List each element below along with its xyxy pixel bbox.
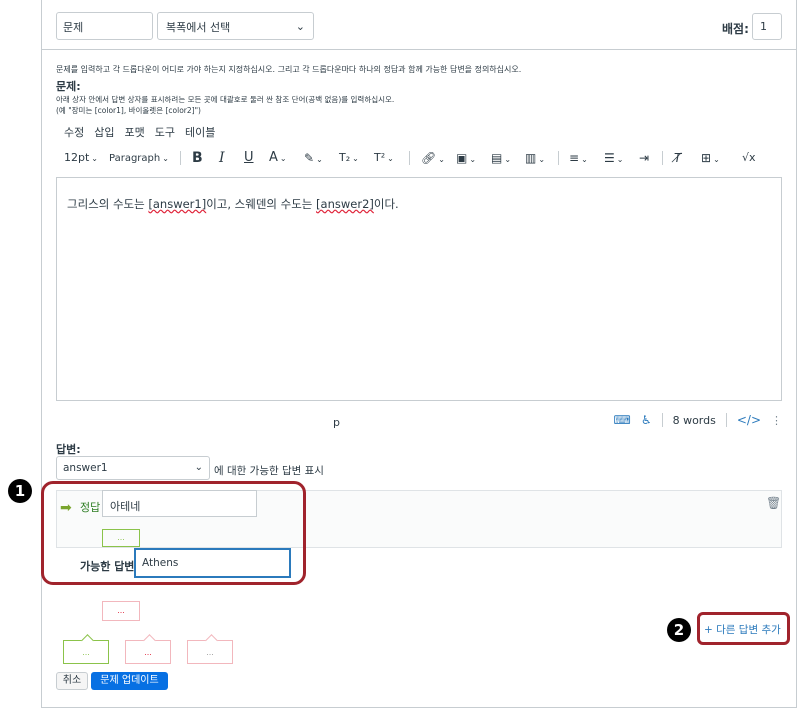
underline-icon[interactable]: U	[244, 149, 254, 167]
question-editor-frame: 문제 복폭에서 선택 ⌄ 배점: 1 문제를 입력하고 각 드롭다운이 어디로 …	[41, 0, 797, 708]
subscript-icon[interactable]: T₂ ⌄	[339, 149, 359, 167]
correct-answer-label: 정답	[80, 501, 101, 514]
document-icon[interactable]: ▥ ⌄	[525, 149, 545, 167]
editor-menubar: 수정 삽입 포맷 도구 테이블	[64, 124, 215, 140]
answer-comment-button[interactable]: ...	[102, 529, 140, 547]
question-hint: 아래 상자 안에서 답변 상자를 표시하려는 모든 곳에 대괄호로 둘러 싼 참…	[56, 95, 395, 104]
clear-format-icon[interactable]: T̸	[674, 149, 681, 167]
editor-statusbar: p ⌨ ♿︎ 8 words </> ⋮	[56, 410, 782, 432]
trash-icon[interactable]: 🗑︎	[766, 496, 781, 510]
list-icon[interactable]: ☰ ⌄	[604, 149, 623, 167]
answer-blank-select[interactable]: answer1 ⌄	[56, 456, 210, 480]
points-label: 배점:	[722, 22, 749, 36]
answer-select-description: 에 대한 가능한 답변 표시	[214, 465, 324, 477]
superscript-icon[interactable]: T² ⌄	[374, 149, 394, 167]
text-color-icon[interactable]: A ⌄	[269, 149, 287, 167]
table-icon[interactable]: ⊞ ⌄	[701, 149, 720, 167]
font-size-select[interactable]: 12pt ⌄	[64, 149, 98, 167]
instructions-text: 문제를 입력하고 각 드롭다운이 어디로 가야 하는지 지정하십시오. 그리고 …	[56, 65, 522, 74]
html-code-icon[interactable]: </>	[737, 413, 761, 427]
italic-icon[interactable]: I	[219, 149, 225, 167]
menu-table[interactable]: 테이블	[185, 124, 215, 140]
correct-answer-input[interactable]: 아테네	[102, 490, 257, 517]
question-label: 문제:	[56, 80, 81, 93]
keyboard-icon[interactable]: ⌨	[613, 413, 630, 427]
question-header: 문제 복폭에서 선택 ⌄ 배점: 1	[42, 0, 796, 50]
update-question-button[interactable]: 문제 업데이트	[91, 672, 168, 690]
question-type-value: 복폭에서 선택	[166, 21, 231, 34]
question-title-input[interactable]: 문제	[56, 12, 153, 40]
menu-edit[interactable]: 수정	[64, 124, 84, 140]
chevron-down-icon: ⌄	[194, 462, 203, 473]
chevron-down-icon: ⌄	[295, 20, 305, 33]
annotation-badge-1: 1	[8, 479, 32, 503]
media-icon[interactable]: ▤ ⌄	[491, 149, 511, 167]
question-example: (예 "장미는 [color1], 바이올렛은 [color2]")	[56, 106, 201, 115]
link-icon[interactable]: 🔗︎ ⌄	[421, 149, 445, 167]
correct-arrow-icon: ➡	[60, 500, 72, 516]
answer-ref-1: [answer1]	[148, 197, 207, 211]
neutral-feedback-button[interactable]: ...	[187, 640, 233, 664]
rich-text-editor[interactable]: 그리스의 수도는 [answer1]이고, 스웨덴의 수도는 [answer2]…	[56, 177, 782, 401]
align-icon[interactable]: ≡ ⌄	[569, 149, 588, 167]
indent-icon[interactable]: ⇥	[639, 149, 649, 167]
menu-tools[interactable]: 도구	[155, 124, 175, 140]
equation-icon[interactable]: √x	[742, 149, 756, 167]
incorrect-feedback-button[interactable]: ...	[125, 640, 171, 664]
possible-answer-input[interactable]: Athens	[135, 549, 290, 577]
points-input[interactable]: 1	[752, 13, 782, 40]
editor-toolbar: 12pt ⌄ Paragraph ⌄ B I U A ⌄ ✎ ⌄ T₂ ⌄ T² ⌄ 🔗︎ ⌄…	[64, 149, 764, 167]
bold-icon[interactable]: B	[192, 149, 203, 167]
add-answer-link[interactable]: + 다른 답변 추가	[704, 622, 781, 637]
highlight-icon[interactable]: ✎ ⌄	[304, 149, 323, 167]
possible-answer-label: 가능한 답변	[80, 560, 135, 573]
answer-blank-value: answer1	[63, 462, 108, 474]
image-icon[interactable]: ▣ ⌄	[456, 149, 476, 167]
editor-content: 그리스의 수도는 [answer1]이고, 스웨덴의 수도는 [answer2]…	[67, 197, 399, 211]
block-format-select[interactable]: Paragraph ⌄	[109, 149, 169, 167]
correct-feedback-button[interactable]: ...	[63, 640, 109, 664]
menu-format[interactable]: 포맷	[125, 124, 145, 140]
resize-handle-icon[interactable]: ⋮	[771, 414, 782, 427]
accessibility-icon[interactable]: ♿︎	[641, 413, 652, 427]
word-count[interactable]: 8 words	[673, 414, 716, 427]
element-path[interactable]: p	[333, 416, 340, 429]
cancel-button[interactable]: 취소	[56, 672, 88, 690]
annotation-badge-2: 2	[667, 618, 691, 642]
menu-insert[interactable]: 삽입	[94, 124, 114, 140]
answers-label: 답변:	[56, 443, 81, 456]
answer-ref-2: [answer2]	[316, 197, 374, 211]
possible-comment-button[interactable]: ...	[102, 601, 140, 621]
question-type-select[interactable]: 복폭에서 선택 ⌄	[157, 12, 314, 40]
